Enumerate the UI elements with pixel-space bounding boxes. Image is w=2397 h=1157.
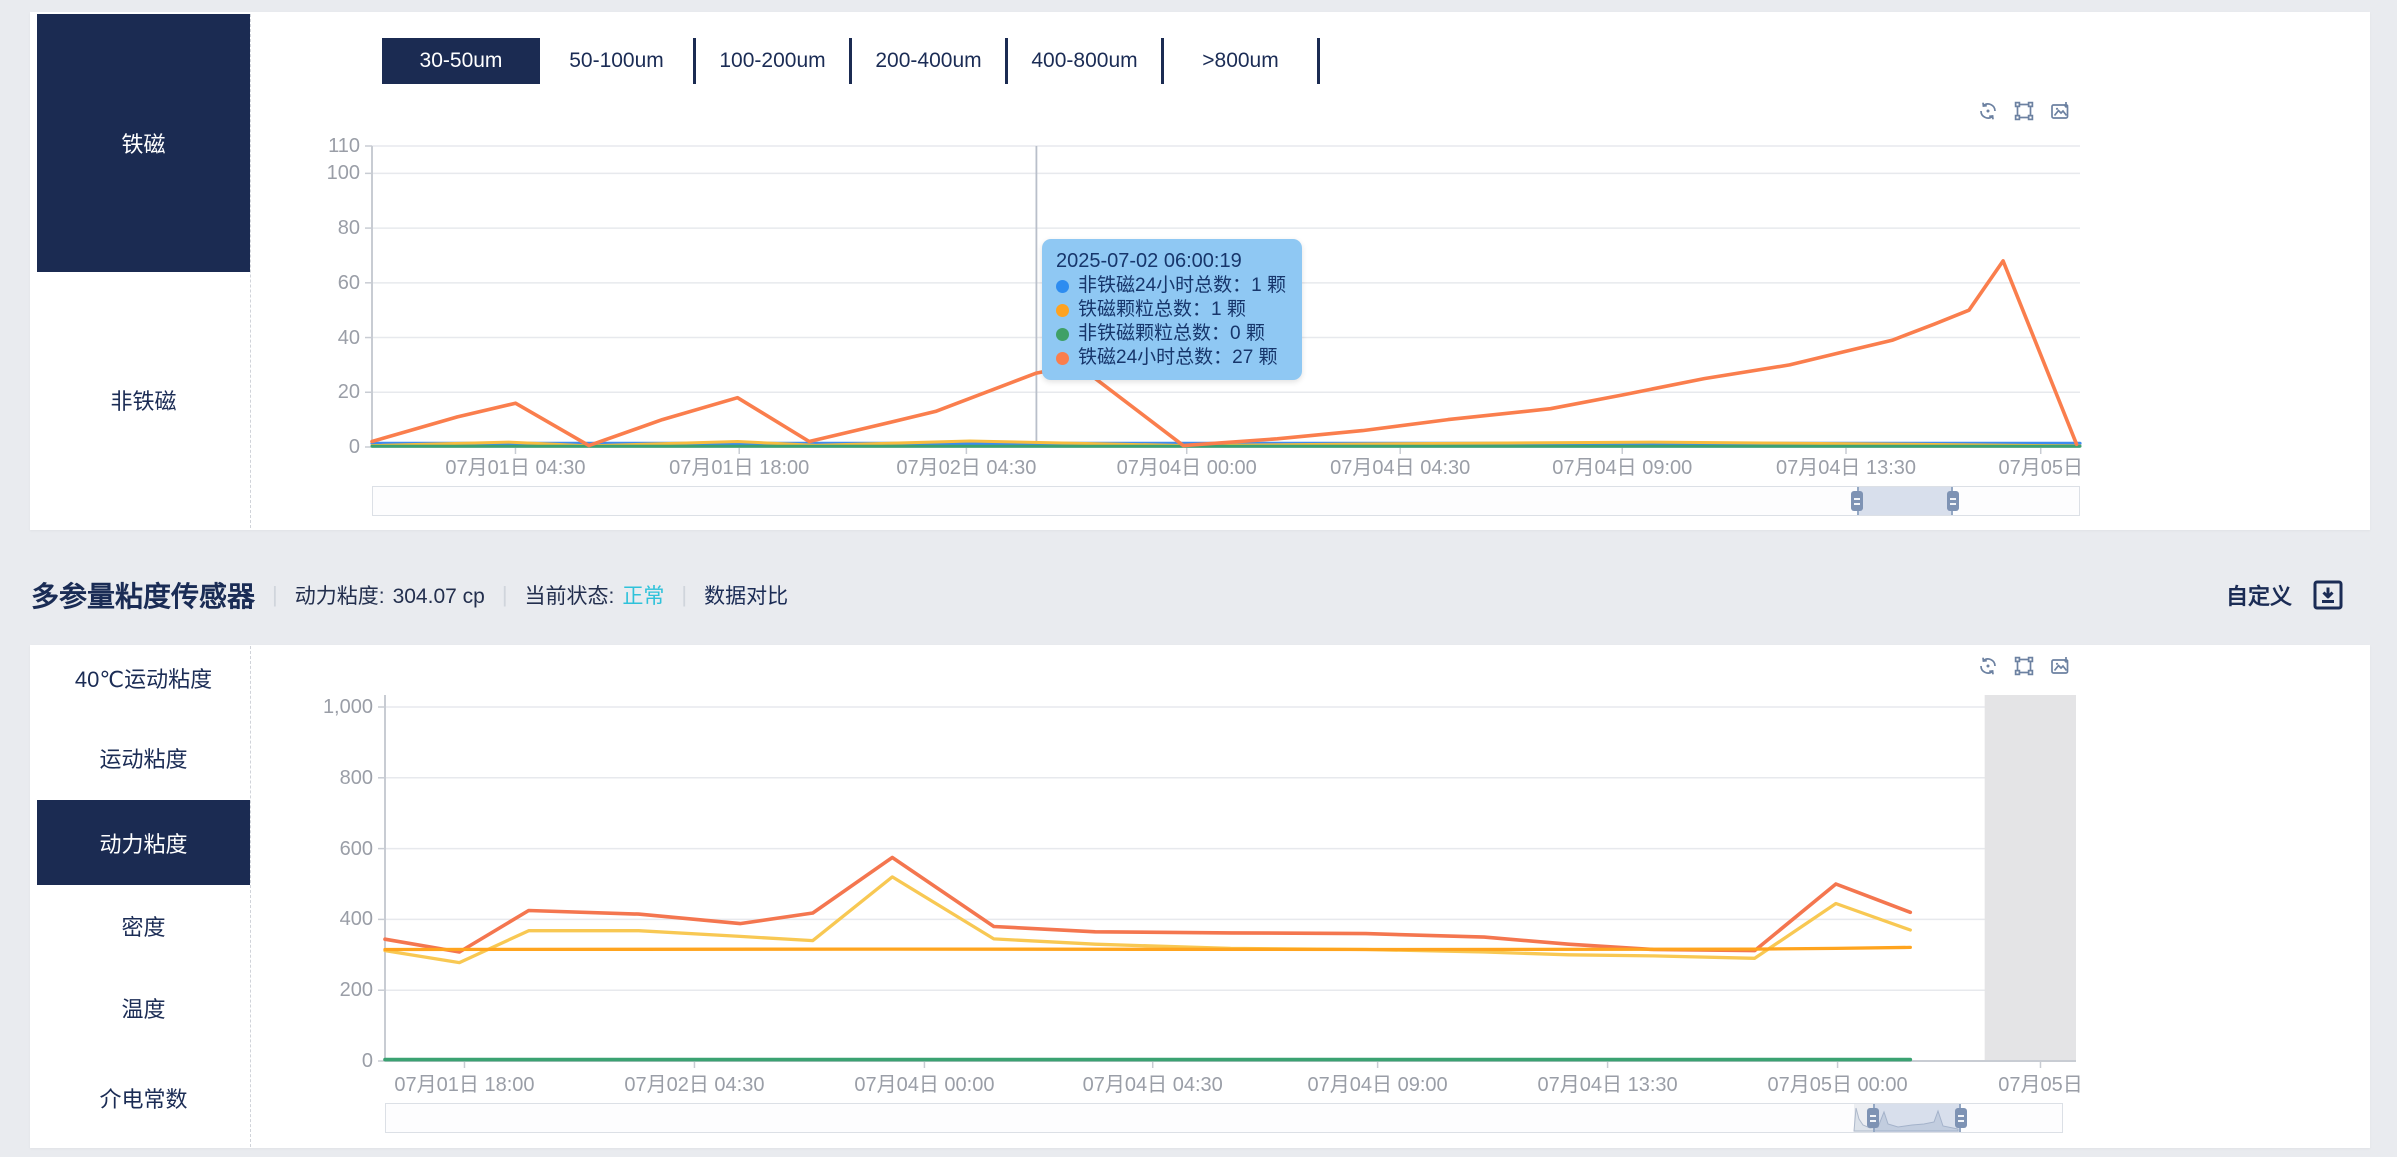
x-axis-label: 07月04日 04:30 — [1330, 457, 1471, 479]
datazoom-window[interactable] — [1873, 1104, 1961, 1132]
y-axis-label: 0 — [361, 1050, 373, 1072]
x-axis-label: 07月05日 00:00 — [1767, 1074, 1908, 1096]
sidebar-item-4[interactable]: 温度 — [37, 967, 250, 1048]
y-axis-label: 1,000 — [322, 696, 373, 718]
tooltip-item-text: 铁磁24小时总数：27 颗 — [1078, 347, 1278, 368]
sidebar-item-0[interactable]: 40℃运动粘度 — [37, 640, 250, 716]
restore-icon[interactable] — [1977, 655, 1999, 677]
series-dot — [1056, 351, 1069, 365]
tooltip-title: 2025-07-02 06:00:19 — [1056, 250, 1242, 272]
datazoom-handle-right[interactable] — [1947, 491, 1959, 511]
box-select-icon[interactable] — [2013, 100, 2035, 122]
tooltip-item-1: 铁磁颗粒总数：1 颗 — [1056, 298, 1286, 322]
sidebar-item-5[interactable]: 介电常数 — [37, 1048, 250, 1147]
datazoom-slider[interactable] — [372, 486, 2080, 516]
tab-30-50um[interactable]: 30-50um — [382, 38, 540, 84]
y-axis-label: 40 — [337, 326, 360, 349]
sidebar-item-3[interactable]: 密度 — [37, 884, 250, 967]
box-select-icon[interactable] — [2013, 655, 2035, 677]
tab-50-100um[interactable]: 50-100um — [540, 38, 693, 84]
y-axis-label: 20 — [337, 381, 360, 404]
sensor-monitor-dashboard: 多参量粘度传感器 | 动力粘度: 304.07 cp | 当前状态: 正常 | 数据… — [0, 0, 2397, 1157]
sidebar-divider — [250, 14, 251, 528]
tab-200-400um[interactable]: 200-400um — [852, 38, 1005, 84]
x-axis-label: 07月05日 — [1998, 1074, 2083, 1096]
x-axis-label: 07月04日 09:00 — [1552, 457, 1693, 479]
save-image-icon[interactable] — [2049, 100, 2071, 122]
save-image-icon[interactable] — [2049, 655, 2071, 677]
x-axis-label: 07月04日 00:00 — [1116, 457, 1257, 479]
y-axis-label: 0 — [348, 436, 360, 458]
tooltip-rows: 非铁磁24小时总数：1 颗铁磁颗粒总数：1 颗非铁磁颗粒总数：0 颗铁磁24小时… — [1056, 274, 1286, 370]
x-axis-label: 07月01日 18:00 — [669, 457, 810, 479]
sidebar-item-0[interactable]: 铁磁 — [37, 14, 250, 272]
y-axis-label: 60 — [337, 271, 360, 294]
chart-toolbox — [1977, 100, 2071, 122]
x-axis-label: 07月04日 00:00 — [854, 1074, 995, 1096]
series-dot — [1056, 303, 1069, 317]
tooltip-item-text: 非铁磁24小时总数：1 颗 — [1078, 275, 1286, 296]
restore-icon[interactable] — [1977, 100, 1999, 122]
y-axis-label: 800 — [339, 766, 373, 789]
y-axis-label: 400 — [339, 908, 373, 931]
tooltip-item-2: 非铁磁颗粒总数：0 颗 — [1056, 322, 1286, 346]
sidebar-item-1[interactable]: 运动粘度 — [37, 716, 250, 800]
x-axis-label: 07月05日 — [1998, 457, 2083, 479]
series-dot — [1056, 279, 1069, 293]
tab-400-800um[interactable]: 400-800um — [1008, 38, 1161, 84]
series-dot — [1056, 327, 1069, 341]
y-axis-label: 110 — [328, 134, 360, 157]
y-axis-label: 600 — [339, 837, 373, 860]
x-axis-label: 07月04日 13:30 — [1537, 1074, 1678, 1096]
chart-toolbox — [1977, 655, 2071, 677]
x-axis-label: 07月04日 13:30 — [1775, 457, 1917, 479]
x-axis-label: 07月02日 04:30 — [624, 1074, 765, 1096]
tooltip-item-text: 非铁磁颗粒总数：0 颗 — [1078, 323, 1265, 344]
datazoom-handle-right[interactable] — [1955, 1108, 1967, 1128]
tooltip-item-text: 铁磁颗粒总数：1 颗 — [1078, 299, 1246, 320]
tab->800um[interactable]: >800um — [1164, 38, 1317, 84]
datazoom-window[interactable] — [1857, 487, 1953, 515]
particle-size-tabs: 30-50um 50-100um 100-200um 200-400um 400-800… — [382, 38, 1320, 84]
x-axis-label: 07月04日 04:30 — [1082, 1074, 1223, 1096]
y-axis-label: 80 — [337, 217, 360, 240]
chart-tooltip: 2025-07-02 06:00:19 非铁磁24小时总数：1 颗铁磁颗粒总数：… — [1042, 239, 1302, 380]
tooltip-item-0: 非铁磁24小时总数：1 颗 — [1056, 274, 1286, 298]
datazoom-handle-left[interactable] — [1867, 1108, 1879, 1128]
datazoom-slider[interactable] — [385, 1103, 2063, 1133]
y-axis-label: 100 — [326, 162, 360, 185]
sidebar-item-2[interactable]: 动力粘度 — [37, 800, 250, 885]
x-axis-label: 07月04日 09:00 — [1307, 1074, 1448, 1096]
y-axis-label: 200 — [339, 979, 373, 1002]
tooltip-item-3: 铁磁24小时总数：27 颗 — [1056, 346, 1286, 370]
x-axis-label: 07月02日 04:30 — [896, 457, 1037, 479]
overlay-layer: 铁磁 非铁磁 40℃运动粘度 运动粘度 动力粘度 密度 温度 介电常数 30-50um 50-… — [0, 0, 2397, 1157]
tab-100-200um[interactable]: 100-200um — [696, 38, 849, 84]
sidebar-divider — [250, 646, 251, 1147]
x-axis-label: 07月01日 18:00 — [394, 1074, 535, 1096]
x-axis-label: 07月01日 04:30 — [445, 457, 586, 479]
datazoom-handle-left[interactable] — [1851, 491, 1863, 511]
tab-divider — [1317, 38, 1320, 84]
sidebar-item-1[interactable]: 非铁磁 — [37, 272, 250, 528]
